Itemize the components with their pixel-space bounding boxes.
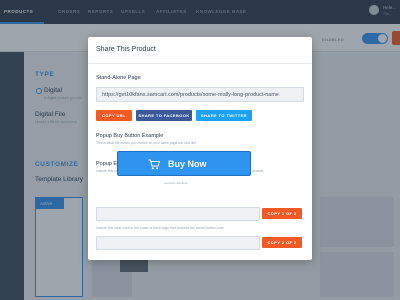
share-facebook-button[interactable]: SHARE TO FACEBOOK (136, 110, 192, 121)
share-twitter-button[interactable]: SHARE TO TWITTER (196, 110, 252, 121)
standalone-url-input[interactable] (96, 87, 304, 102)
popup-button-label: Popup Buy Button Example (96, 133, 164, 139)
modal-title: Share This Product (96, 46, 156, 53)
cart-icon (148, 159, 160, 170)
buy-now-label: Buy Now (168, 159, 207, 169)
copy-url-button[interactable]: COPY URL (96, 110, 132, 121)
modal-header: Share This Product (88, 37, 312, 64)
copy-1-of-2-button[interactable]: COPY 1 OF 2 (262, 208, 302, 219)
secured-checkout-text: secured checkout (164, 181, 188, 185)
buy-now-button-preview[interactable]: Buy Now (117, 151, 251, 176)
popup-button-hint: This is what the button you embed on you… (96, 141, 197, 145)
embed-code-field-2[interactable] (96, 236, 260, 250)
standalone-page-label: Stand-Alone Page (96, 75, 141, 81)
copy-2-of-2-button[interactable]: COPY 2 OF 2 (262, 237, 302, 248)
embed-hint-2: Include this code once in the footer of … (96, 226, 224, 230)
embed-code-field-1[interactable] (96, 207, 260, 221)
share-product-modal: Share This Product Stand-Alone Page COPY… (88, 37, 312, 260)
